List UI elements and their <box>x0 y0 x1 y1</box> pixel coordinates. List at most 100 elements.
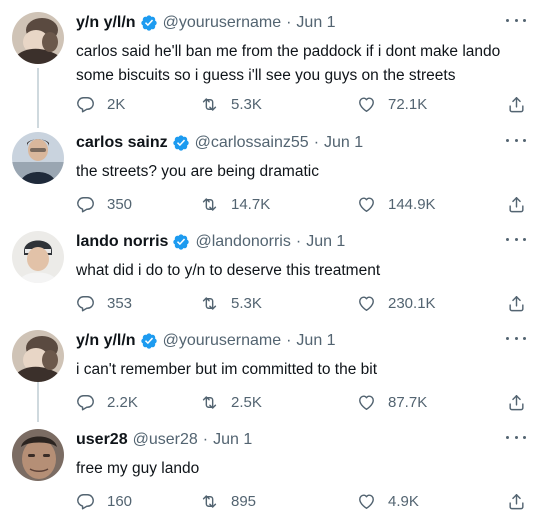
retweet-count: 2.5K <box>231 393 262 411</box>
tweet-text: the streets? you are being dramatic <box>76 163 319 180</box>
like-count: 87.7K <box>388 393 428 411</box>
tweet-header: y/n y/l/n @yourusername · Jun 1 <box>76 14 500 32</box>
heart-icon <box>357 393 376 412</box>
reply-count: 350 <box>107 195 133 213</box>
like-button[interactable]: 87.7K <box>357 393 507 412</box>
tweet-header: user28 @user28 · Jun 1 <box>76 431 500 449</box>
handle[interactable]: @user28 <box>133 431 198 449</box>
separator-dot: · <box>295 233 302 250</box>
display-name[interactable]: y/n y/l/n <box>76 332 136 350</box>
tweet-actions: 2K 5.3K 72.1K <box>76 92 526 116</box>
reply-button[interactable]: 350 <box>76 195 200 214</box>
handle[interactable]: @yourusername <box>163 14 282 32</box>
retweet-count: 14.7K <box>231 195 271 213</box>
handle[interactable]: @carlossainz55 <box>195 134 309 152</box>
tweet-date[interactable]: Jun 1 <box>306 233 345 251</box>
display-name[interactable]: user28 <box>76 431 128 449</box>
share-button[interactable] <box>507 95 526 114</box>
tweet-thread: y/n y/l/n @yourusername · Jun 1 carlos s… <box>0 0 540 524</box>
like-count: 230.1K <box>388 294 436 312</box>
reply-icon <box>76 95 95 114</box>
avatar[interactable] <box>12 231 64 283</box>
like-count: 72.1K <box>388 95 428 113</box>
retweet-button[interactable]: 895 <box>200 492 357 511</box>
retweet-icon <box>200 195 219 214</box>
tweet-date[interactable]: Jun 1 <box>213 431 252 449</box>
tweet[interactable]: lando norris @landonorris · Jun 1 what d… <box>0 219 540 319</box>
tweet-text: free my guy lando <box>76 460 200 477</box>
tweet[interactable]: y/n y/l/n @yourusername · Jun 1 carlos s… <box>0 0 540 128</box>
reply-count: 2K <box>107 95 126 113</box>
reply-count: 2.2K <box>107 393 138 411</box>
retweet-icon <box>200 95 219 114</box>
share-button[interactable] <box>507 294 526 313</box>
share-button[interactable] <box>507 195 526 214</box>
heart-icon <box>357 95 376 114</box>
tweet-actions: 353 5.3K 230.1K <box>76 291 526 315</box>
tweet-text: what did i do to y/n to deserve this tre… <box>76 262 381 279</box>
retweet-icon <box>200 294 219 313</box>
display-name[interactable]: y/n y/l/n <box>76 14 136 32</box>
tweet[interactable]: y/n y/l/n @yourusername · Jun 1 i can't … <box>0 318 540 418</box>
share-icon <box>507 492 526 511</box>
more-icon[interactable] <box>506 429 526 445</box>
like-button[interactable]: 230.1K <box>357 294 507 313</box>
reply-count: 160 <box>107 492 133 510</box>
tweet-text: carlos said he'll ban me from the paddoc… <box>76 43 501 84</box>
like-button[interactable]: 72.1K <box>357 95 507 114</box>
reply-button[interactable]: 353 <box>76 294 200 313</box>
separator-dot: · <box>313 134 320 151</box>
verified-badge-icon <box>140 332 158 350</box>
reply-button[interactable]: 2.2K <box>76 393 200 412</box>
separator-dot: · <box>202 431 209 448</box>
handle[interactable]: @landonorris <box>195 233 290 251</box>
share-icon <box>507 393 526 412</box>
more-icon[interactable] <box>506 132 526 148</box>
avatar[interactable] <box>12 429 64 481</box>
more-icon[interactable] <box>506 12 526 28</box>
like-button[interactable]: 144.9K <box>357 195 507 214</box>
tweet-date[interactable]: Jun 1 <box>324 134 363 152</box>
retweet-button[interactable]: 2.5K <box>200 393 357 412</box>
avatar[interactable] <box>12 330 64 382</box>
tweet-header: y/n y/l/n @yourusername · Jun 1 <box>76 332 500 350</box>
handle[interactable]: @yourusername <box>163 332 282 350</box>
tweet-actions: 350 14.7K 144.9K <box>76 192 526 216</box>
reply-button[interactable]: 2K <box>76 95 200 114</box>
reply-button[interactable]: 160 <box>76 492 200 511</box>
display-name[interactable]: lando norris <box>76 233 168 251</box>
tweet-date[interactable]: Jun 1 <box>296 332 335 350</box>
share-icon <box>507 195 526 214</box>
avatar[interactable] <box>12 132 64 184</box>
retweet-icon <box>200 393 219 412</box>
heart-icon <box>357 195 376 214</box>
like-count: 144.9K <box>388 195 436 213</box>
tweet[interactable]: carlos sainz @carlossainz55 · Jun 1 the … <box>0 120 540 220</box>
retweet-button[interactable]: 5.3K <box>200 294 357 313</box>
tweet-date[interactable]: Jun 1 <box>296 14 335 32</box>
share-icon <box>507 95 526 114</box>
reply-count: 353 <box>107 294 133 312</box>
retweet-count: 895 <box>231 492 257 510</box>
more-icon[interactable] <box>506 330 526 346</box>
tweet-header: carlos sainz @carlossainz55 · Jun 1 <box>76 134 500 152</box>
display-name[interactable]: carlos sainz <box>76 134 168 152</box>
retweet-button[interactable]: 14.7K <box>200 195 357 214</box>
retweet-count: 5.3K <box>231 95 262 113</box>
retweet-button[interactable]: 5.3K <box>200 95 357 114</box>
share-button[interactable] <box>507 393 526 412</box>
reply-icon <box>76 294 95 313</box>
reply-icon <box>76 492 95 511</box>
tweet[interactable]: user28 @user28 · Jun 1 free my guy lando… <box>0 417 540 524</box>
more-icon[interactable] <box>506 231 526 247</box>
avatar[interactable] <box>12 12 64 64</box>
verified-badge-icon <box>172 233 190 251</box>
retweet-icon <box>200 492 219 511</box>
separator-dot: · <box>286 14 292 31</box>
share-icon <box>507 294 526 313</box>
tweet-actions: 160 895 4.9K <box>76 489 526 513</box>
heart-icon <box>357 294 376 313</box>
like-button[interactable]: 4.9K <box>357 492 507 511</box>
share-button[interactable] <box>507 492 526 511</box>
retweet-count: 5.3K <box>231 294 262 312</box>
